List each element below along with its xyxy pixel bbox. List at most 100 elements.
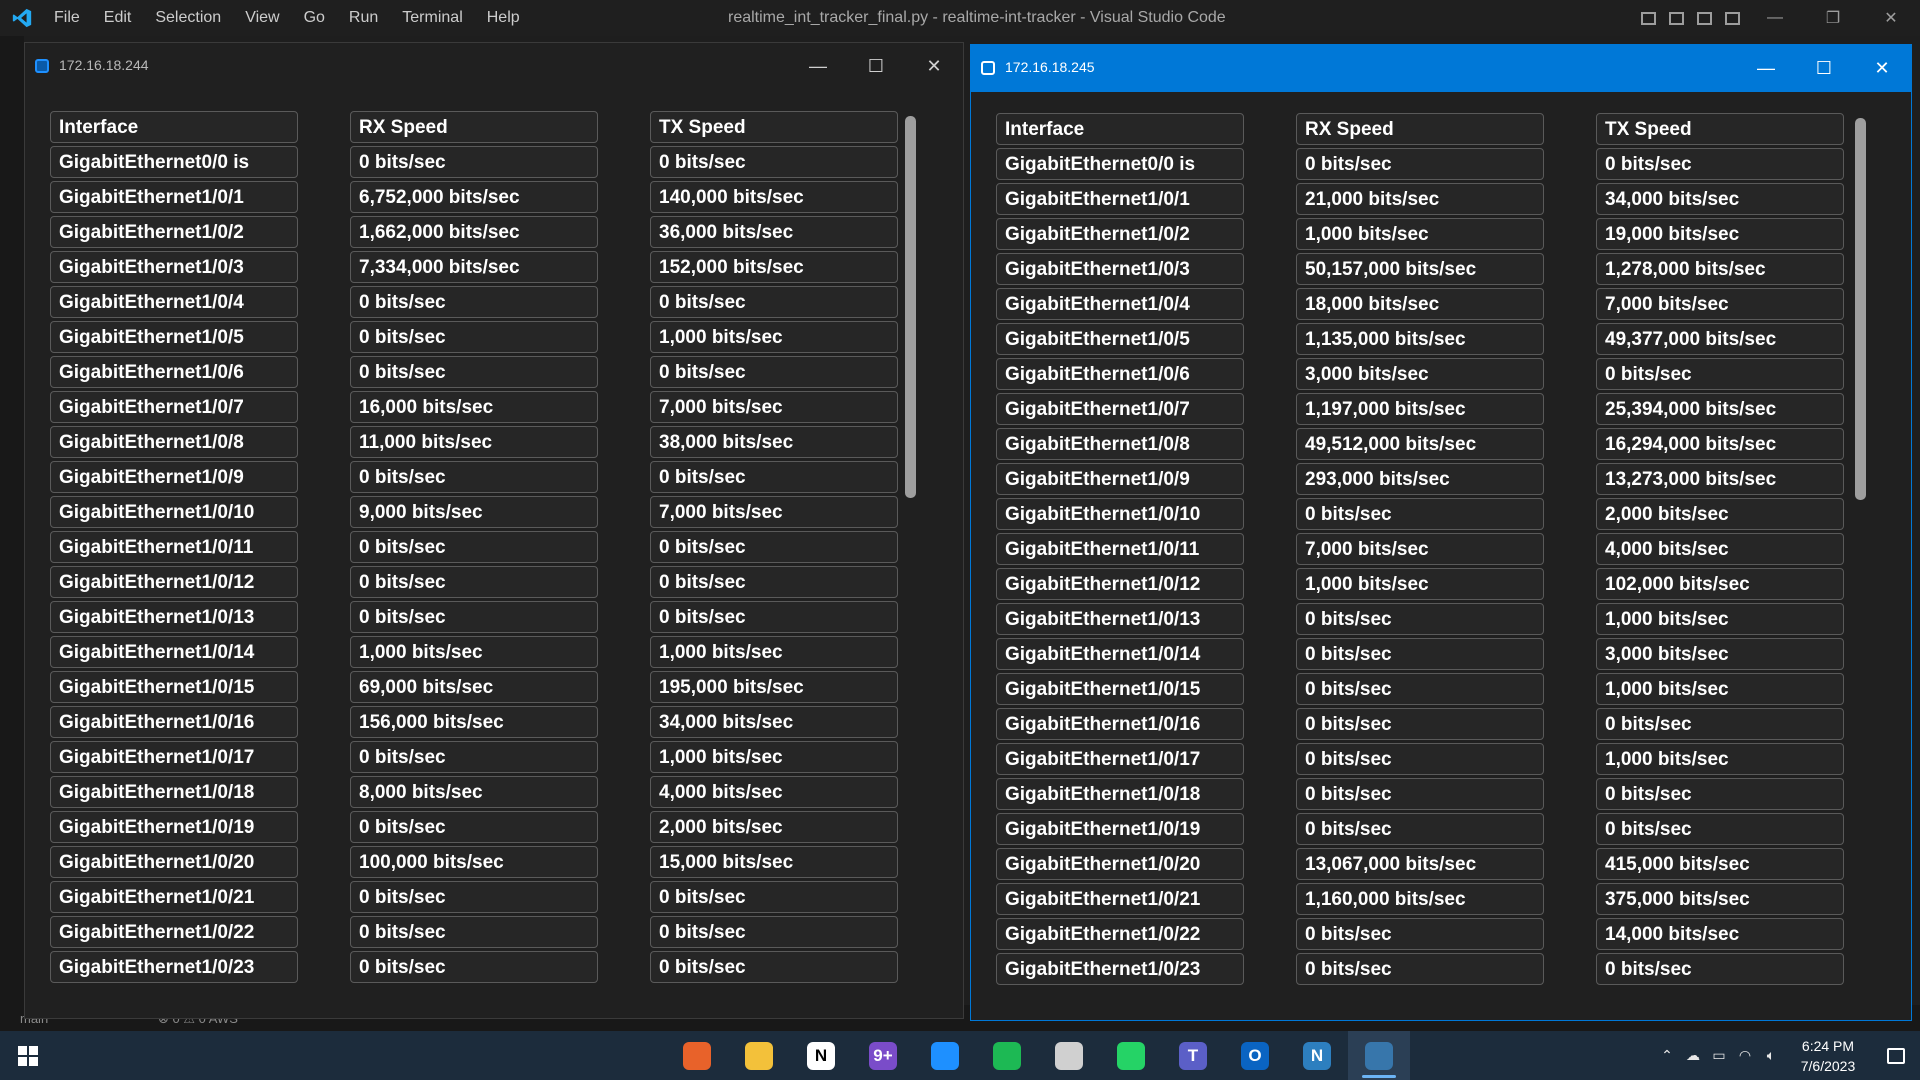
minimize-button[interactable]: — [1737,45,1795,92]
customize-layout-icon[interactable] [1718,0,1746,36]
minimize-button[interactable]: — [789,43,847,90]
notification-icon[interactable] [1872,1047,1920,1064]
menu-go[interactable]: Go [304,9,325,27]
menu-view[interactable]: View [245,9,279,27]
interface-cell: GigabitEthernet1/0/8 [50,426,298,458]
interface-cell: GigabitEthernet1/0/5 [50,321,298,353]
interface-cell: GigabitEthernet1/0/7 [996,393,1244,425]
whatsapp-icon [1117,1041,1145,1070]
interface-cell: GigabitEthernet1/0/3 [996,253,1244,285]
outlook-taskbar-button[interactable]: O [1224,1031,1286,1080]
maximize-button[interactable]: ☐ [847,43,905,90]
maximize-button[interactable]: ❐ [1804,0,1862,36]
toggle-panel-icon[interactable] [1662,0,1690,36]
file-explorer-taskbar-button[interactable] [728,1031,790,1080]
onedrive-icon[interactable]: ☁ [1680,1047,1706,1064]
tx-speed-cell: 19,000 bits/sec [1596,218,1844,250]
interface-cell: GigabitEthernet1/0/22 [50,916,298,948]
system-tray: ⌃ ☁ ▭ ◠ 🔈︎ 6:24 PM 7/6/2023 [1654,1031,1920,1080]
toggle-secondary-sidebar-icon[interactable] [1690,0,1718,36]
rx-speed-cell: 0 bits/sec [1296,603,1544,635]
menu-selection[interactable]: Selection [155,9,221,27]
nx-taskbar-button[interactable]: N [1286,1031,1348,1080]
maximize-button[interactable]: ☐ [1795,45,1853,92]
firefox-taskbar-button[interactable] [666,1031,728,1080]
rx-speed-cell: 49,512,000 bits/sec [1296,428,1544,460]
rx-speed-cell: 0 bits/sec [1296,498,1544,530]
tx-speed-cell: 0 bits/sec [1596,708,1844,740]
spotify-icon [993,1041,1021,1070]
teams-taskbar-button[interactable]: T [1162,1031,1224,1080]
virtualbox-taskbar-button[interactable] [1038,1031,1100,1080]
tx-speed-cell: 195,000 bits/sec [650,671,898,703]
chevron-up-icon[interactable]: ⌃ [1654,1047,1680,1064]
tx-speed-cell: 2,000 bits/sec [1596,498,1844,530]
rx-speed-cell: 7,000 bits/sec [1296,533,1544,565]
tx-speed-cell: 152,000 bits/sec [650,251,898,283]
tx-speed-cell: 49,377,000 bits/sec [1596,323,1844,355]
minimize-button[interactable]: — [1746,0,1804,36]
interface-cell: GigabitEthernet1/0/15 [50,671,298,703]
rx-speed-cell: 6,752,000 bits/sec [350,181,598,213]
copilot-taskbar-button[interactable]: 9+ [852,1031,914,1080]
rx-speed-cell: 0 bits/sec [350,461,598,493]
menu-help[interactable]: Help [487,9,520,27]
menu-run[interactable]: Run [349,9,378,27]
interface-cell: GigabitEthernet1/0/8 [996,428,1244,460]
menu-file[interactable]: File [54,9,80,27]
vscode-taskbar-button[interactable] [914,1031,976,1080]
interface-cell: GigabitEthernet1/0/21 [996,883,1244,915]
interface-cell: GigabitEthernet1/0/2 [996,218,1244,250]
interface-cell: GigabitEthernet1/0/10 [996,498,1244,530]
tx-speed-cell: 375,000 bits/sec [1596,883,1844,915]
app-icon [981,61,995,75]
tx-speed-cell: 3,000 bits/sec [1596,638,1844,670]
wifi-icon[interactable]: ◠ [1732,1047,1758,1064]
rx-speed-cell: 156,000 bits/sec [350,706,598,738]
scrollbar[interactable] [905,116,916,498]
notion-taskbar-button[interactable]: N [790,1031,852,1080]
rx-speed-cell: 0 bits/sec [350,146,598,178]
tx-speed-cell: 7,000 bits/sec [1596,288,1844,320]
tx-speed-cell: 4,000 bits/sec [650,776,898,808]
volume-icon[interactable]: 🔈︎ [1758,1047,1784,1064]
menu-edit[interactable]: Edit [104,9,132,27]
clock[interactable]: 6:24 PM 7/6/2023 [1784,1036,1872,1076]
rx-speed-cell: 13,067,000 bits/sec [1296,848,1544,880]
rx-speed-cell: 21,000 bits/sec [1296,183,1544,215]
tx-speed-cell: 4,000 bits/sec [1596,533,1844,565]
tx-speed-cell: 1,278,000 bits/sec [1596,253,1844,285]
tx-speed-cell: 25,394,000 bits/sec [1596,393,1844,425]
interface-cell: GigabitEthernet1/0/6 [50,356,298,388]
battery-icon[interactable]: ▭ [1706,1047,1732,1064]
rx-speed-cell: 50,157,000 bits/sec [1296,253,1544,285]
rx-speed-cell: 293,000 bits/sec [1296,463,1544,495]
interface-cell: GigabitEthernet1/0/15 [996,673,1244,705]
toggle-sidebar-icon[interactable] [1634,0,1662,36]
start-button[interactable] [18,1046,38,1066]
window-title: realtime_int_tracker_final.py - realtime… [728,9,1226,26]
vscode-icon [931,1041,959,1070]
interface-header: Interface [996,113,1244,145]
menu-terminal[interactable]: Terminal [402,9,462,27]
tx-speed-cell: 0 bits/sec [650,146,898,178]
spotify-taskbar-button[interactable] [976,1031,1038,1080]
vscode-logo-icon [12,8,32,28]
close-button[interactable]: ✕ [905,43,963,90]
rx-speed-cell: 0 bits/sec [350,741,598,773]
interface-cell: GigabitEthernet1/0/9 [50,461,298,493]
rx-speed-cell: 0 bits/sec [1296,673,1544,705]
tx-speed-cell: 0 bits/sec [650,286,898,318]
tx-speed-cell: 38,000 bits/sec [650,426,898,458]
close-button[interactable]: ✕ [1862,0,1920,36]
rx-speed-cell: 0 bits/sec [1296,148,1544,180]
close-button[interactable]: ✕ [1853,45,1911,92]
whatsapp-taskbar-button[interactable] [1100,1031,1162,1080]
rx-speed-cell: 0 bits/sec [350,811,598,843]
interface-cell: GigabitEthernet1/0/13 [50,601,298,633]
interface-cell: GigabitEthernet1/0/1 [996,183,1244,215]
scrollbar[interactable] [1855,118,1866,500]
tx-speed-cell: 0 bits/sec [650,461,898,493]
python-taskbar-button[interactable] [1348,1031,1410,1080]
interface-cell: GigabitEthernet1/0/11 [996,533,1244,565]
